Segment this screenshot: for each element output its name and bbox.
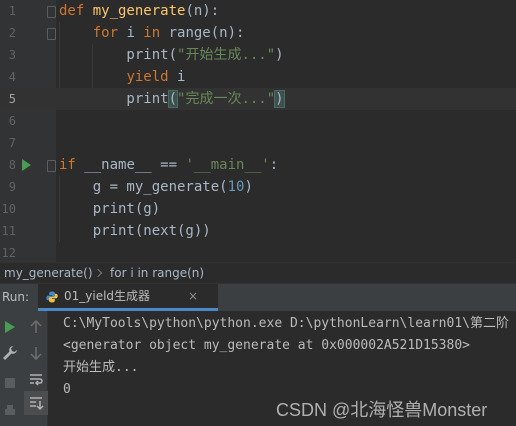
run-gutter-icon[interactable] [22,159,31,171]
line-number: 11 [1,224,16,238]
code-token: 10 [227,179,245,195]
breadcrumb: my_generate() for i in range(n) [0,262,516,283]
console-line: C:\MyTools\python\python.exe D:\pythonLe… [63,316,509,331]
run-title: Run: [2,290,30,304]
rerun-icon[interactable] [0,317,20,337]
soft-wrap-icon[interactable] [26,369,46,389]
line-number: 7 [8,136,16,150]
code-line[interactable]: 9 g = my_generate(10) [0,176,516,198]
code-text: print(g) [59,198,160,220]
code-text: for i in range(n): [59,22,245,44]
fold-icon[interactable] [47,6,56,18]
code-editor[interactable]: 1 def my_generate(n): 2 for i in range(n):… [0,0,516,262]
code-line[interactable]: 8 if __name__ == '__main__': [0,154,516,176]
code-token: my_generate [92,3,186,19]
code-line[interactable]: 3 print("开始生成...") [0,44,516,66]
matched-bracket: ( [167,90,179,108]
chevron-right-icon [93,268,103,278]
close-icon[interactable]: × [188,283,198,310]
settings-wrench-icon[interactable] [0,343,20,363]
code-line[interactable]: 12 [0,242,516,262]
console-line: 0 [63,382,71,397]
code-token: for [92,25,127,41]
line-number: 4 [8,70,16,84]
code-token: i [177,69,186,85]
code-token: in [143,25,169,41]
line-number: 10 [1,202,16,216]
fold-icon[interactable] [47,160,56,172]
up-arrow-icon[interactable] [26,317,46,337]
print-icon[interactable] [0,401,20,421]
console-line: 开始生成... [63,360,139,375]
python-icon [46,291,58,303]
code-line[interactable]: 5 print("完成一次...") [0,88,516,110]
code-token: i [126,25,144,41]
code-token: print(g) [59,201,161,217]
code-text: def my_generate(n): [59,0,219,22]
code-token: "完成一次..." [177,91,276,107]
stop-icon[interactable] [0,373,20,393]
line-number: 2 [8,26,16,40]
line-number: 5 [8,92,16,106]
code-text: yield i [59,66,185,88]
scroll-to-end-icon [30,397,44,411]
code-token: ) [244,179,253,195]
code-token: print(next(g)) [59,223,211,239]
code-line[interactable]: 2 for i in range(n): [0,22,516,44]
code-token: ) [275,47,284,63]
code-token: __name__ == [84,157,186,173]
line-number: 9 [8,180,16,194]
code-token: : [269,157,279,173]
console-line: <generator object my_generate at 0x00000… [63,338,470,353]
code-text: if __name__ == '__main__': [59,154,278,176]
code-line[interactable]: 11 print(next(g)) [0,220,516,242]
code-token: print [59,91,169,107]
code-token: range(n): [168,25,245,41]
code-text: print("开始生成...") [59,44,284,66]
scroll-to-end-toggle[interactable] [24,391,48,415]
code-text: print(next(g)) [59,220,211,242]
breadcrumb-loop[interactable]: for i in range(n) [110,263,204,283]
run-toolwindow-header: Run: 01_yield生成器 × [0,283,516,312]
line-number: 12 [1,246,16,260]
code-token: '__main__' [185,157,270,173]
code-line[interactable]: 4 yield i [0,66,516,88]
code-token: (n): [185,3,220,19]
code-line[interactable]: 10 print(g) [0,198,516,220]
code-token: def [59,3,93,19]
breadcrumb-function[interactable]: my_generate() [4,263,93,283]
line-number: 3 [8,48,16,62]
code-token: "开始生成..." [177,47,276,63]
code-line[interactable]: 1 def my_generate(n): [0,0,516,22]
code-line[interactable]: 6 [0,110,516,132]
fold-icon[interactable] [47,28,56,40]
run-toolbar [0,311,48,426]
code-text: g = my_generate(10) [59,176,253,198]
code-token: yield [126,69,178,85]
code-token: if [59,157,85,173]
matched-bracket: ) [274,90,285,108]
line-number: 8 [8,158,16,172]
down-arrow-icon[interactable] [26,343,46,363]
tab-run-config[interactable]: 01_yield生成器 × [38,284,218,311]
code-token: print( [59,47,178,63]
run-tab-label: 01_yield生成器 [64,289,151,303]
code-text: print("完成一次...") [59,88,285,110]
code-line[interactable]: 7 [0,132,516,154]
watermark: CSDN @北海怪兽Monster [276,400,488,420]
code-token: g = my_generate( [59,179,228,195]
line-number: 1 [8,4,16,18]
line-number: 6 [8,114,16,128]
